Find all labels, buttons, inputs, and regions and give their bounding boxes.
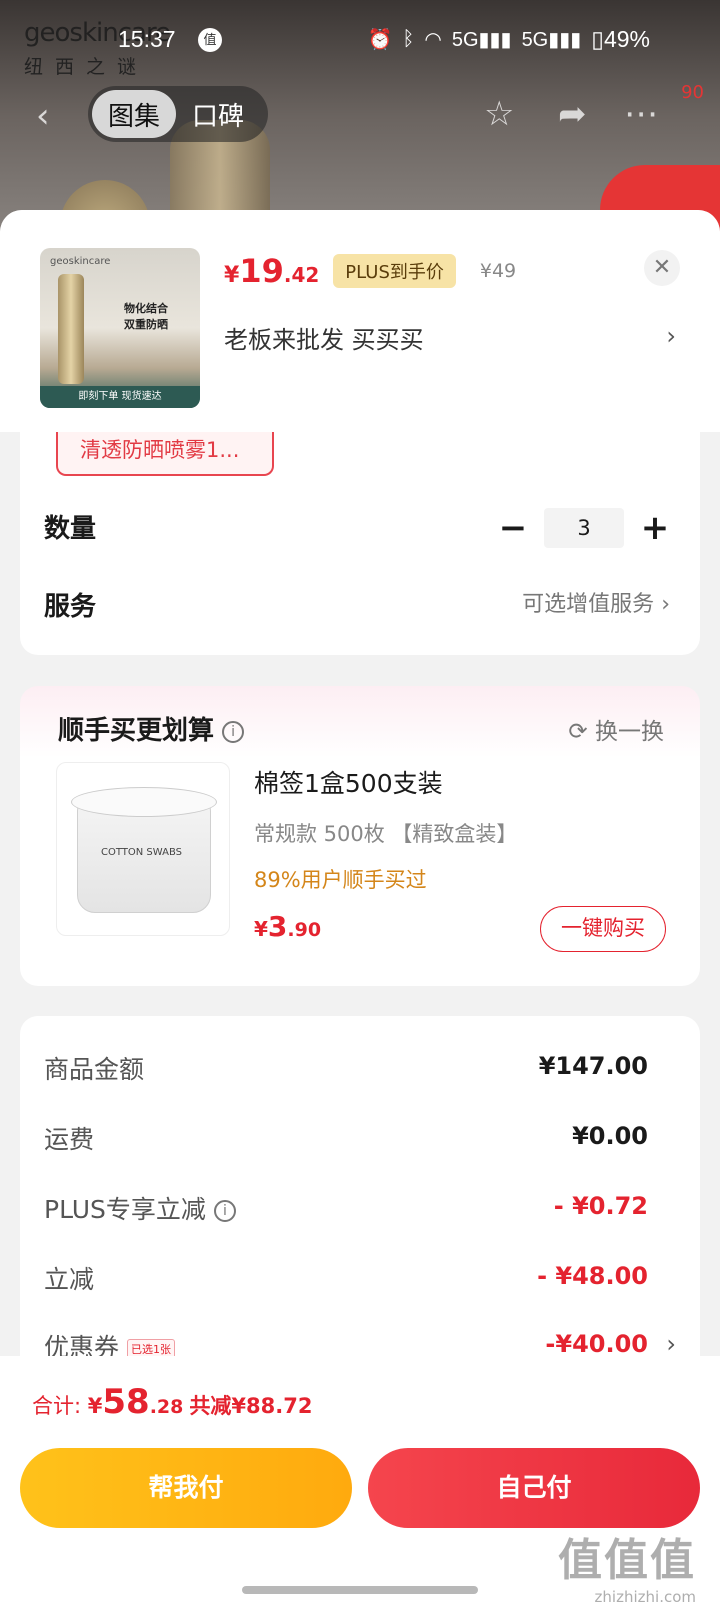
addon-bought-hint: 89%用户顺手买过 (254, 868, 427, 892)
plus-price: ¥19.42 (224, 252, 320, 290)
price-row: ¥19.42 PLUS到手价 ¥49 (224, 252, 516, 290)
watermark: 值值值 zhizhizhi.com (558, 1535, 696, 1606)
info-icon[interactable]: i (213, 1200, 236, 1222)
checkout-bar: 合计: ¥58.28 共减¥88.72 帮我付 自己付 值值值 zhizhizhi… (0, 1356, 720, 1608)
chevron-right-icon[interactable]: › (666, 1330, 676, 1358)
original-price: ¥49 (479, 260, 517, 282)
service-label: 服务 (44, 592, 97, 622)
quantity-label: 数量 (44, 514, 97, 544)
battery-indicator: ▯49% (591, 26, 650, 52)
addon-title: 顺手买更划算 i (58, 710, 245, 747)
zhi-badge-icon: 值 (198, 28, 222, 52)
service-selector[interactable]: 可选增值服务 › (522, 586, 670, 618)
minus-button[interactable]: − (496, 508, 530, 548)
more-icon[interactable]: ⋯ (624, 94, 658, 134)
signal2-icon: 5G▮▮▮ (521, 29, 582, 51)
product-thumbnail: geoskincare 物化结合 双重防晒 即刻下单 现货速达 (40, 248, 200, 408)
selected-spec[interactable]: 老板来批发 买买买 (224, 320, 424, 355)
info-icon[interactable]: i (222, 720, 245, 743)
back-icon[interactable]: ‹ (36, 96, 50, 136)
star-icon[interactable]: ☆ (484, 94, 514, 134)
top-nav: ‹ 图集 口碑 ☆ ➦ ⋯ 90 (0, 82, 720, 144)
quantity-input[interactable]: 3 (544, 508, 624, 548)
wifi-icon: ◠ (424, 29, 442, 51)
swap-button[interactable]: ⟳ 换一换 (568, 712, 664, 746)
addon-item-spec: 常规款 500枚 【精致盒装】 (254, 822, 518, 846)
summary-row-instant-discount: 立减 - ¥48.00 (44, 1262, 648, 1294)
plus-button[interactable]: + (638, 508, 672, 548)
summary-row-goods: 商品金额 ¥147.00 (44, 1052, 648, 1084)
product-header: geoskincare 物化结合 双重防晒 即刻下单 现货速达 ¥19.42 P… (0, 210, 720, 432)
addon-item-name[interactable]: 棉签1盒500支装 (254, 764, 443, 800)
tab-gallery[interactable]: 图集 (92, 90, 177, 138)
summary-row-shipping: 运费 ¥0.00 (44, 1122, 648, 1154)
view-tabs: 图集 口碑 (88, 86, 268, 142)
clock: 15:37 (118, 26, 176, 52)
summary-row-plus-discount: PLUS专享立减 i - ¥0.72 (44, 1192, 648, 1224)
share-icon[interactable]: ➦ (558, 94, 587, 134)
addon-card: 顺手买更划算 i ⟳ 换一换 COTTON SWABS 棉签1盒500支装 常规款… (20, 686, 700, 986)
alarm-icon: ⏰ (367, 29, 393, 51)
close-icon[interactable]: ✕ (644, 250, 680, 286)
addon-item-price: ¥3.90 (254, 910, 322, 943)
quantity-stepper: − 3 + (496, 508, 672, 548)
total-amount: 合计: ¥58.28 共减¥88.72 (32, 1382, 313, 1422)
one-click-buy-button[interactable]: 一键购买 (540, 906, 666, 952)
tab-reviews[interactable]: 口碑 (176, 90, 260, 138)
signal-icon: 5G▮▮▮ (451, 29, 512, 51)
chevron-right-icon: › (661, 592, 670, 617)
chevron-right-icon[interactable]: › (666, 322, 676, 350)
status-bar: 15:37 值 ⏰ ᛒ ◠ 5G▮▮▮ 5G▮▮▮ ▯49% (0, 24, 720, 60)
self-pay-button[interactable]: 自己付 (368, 1448, 700, 1528)
help-pay-button[interactable]: 帮我付 (20, 1448, 352, 1528)
cotton-swab-image[interactable]: COTTON SWABS (56, 762, 230, 936)
plus-price-tag: PLUS到手价 (333, 254, 456, 288)
message-count-badge: 90 (681, 82, 704, 103)
spray-can-image (58, 274, 84, 384)
spec-card: 清透防晒喷雾1... 数量 − 3 + 服务 可选增值服务 › (20, 400, 700, 655)
home-indicator[interactable] (242, 1586, 478, 1594)
bluetooth-icon: ᛒ (402, 28, 415, 50)
